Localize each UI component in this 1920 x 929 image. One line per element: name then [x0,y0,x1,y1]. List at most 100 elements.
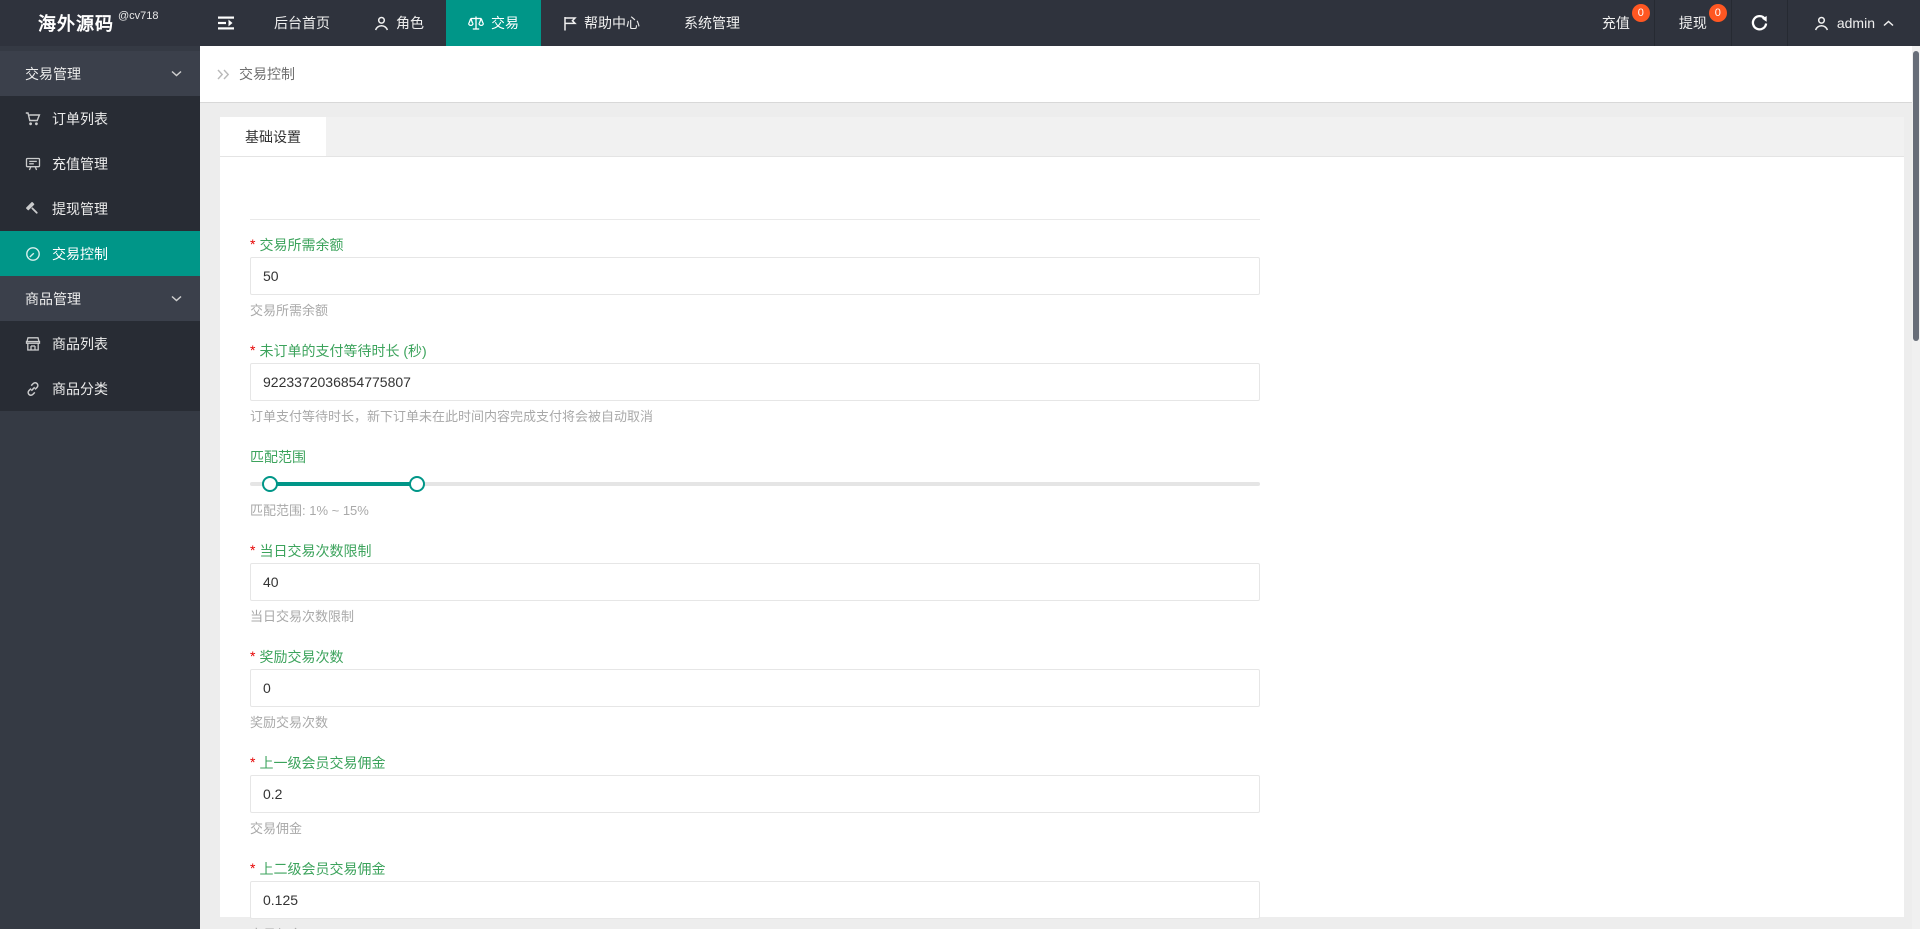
field-help: 匹配范围: 1% ~ 15% [250,503,369,518]
field-label: * 未订单的支付等待时长 (秒) [250,342,427,359]
recharge-label: 充值 [1601,15,1630,31]
payment-wait-time-input[interactable] [250,363,1260,401]
sidebar-group-product-management[interactable]: 商品管理 [0,276,200,321]
reward-trade-count-input[interactable] [250,669,1260,707]
form-panel: *交易所需余额 交易所需余额 *未订单的支付等待时长 (秒) 订单支付等待时长，… [220,157,1904,929]
sidebar-item-label: 商品列表 [52,335,108,352]
field-reward-trade-count: *奖励交易次数 奖励交易次数 [250,647,1260,732]
field-help: 当日交易次数限制 [250,609,355,624]
sidebar-item-label: 提现管理 [52,200,108,217]
flag-icon [563,16,577,31]
gavel-icon [25,201,41,217]
sidebar-group-label: 交易管理 [25,65,81,82]
app-title: 海外源码 [38,14,114,34]
sidebar-item-label: 订单列表 [52,110,108,127]
double-chevron-icon [217,69,230,80]
nav-item-roles[interactable]: 角色 [352,0,446,46]
field-level1-commission: *上一级会员交易佣金 交易佣金 [250,753,1260,838]
match-range-slider [250,473,1260,495]
app-subtitle: @cv718 [118,10,159,22]
required-asterisk: * [250,342,256,358]
main-area: 交易控制 基础设置 *交易所需余额 交易所需余额 *未订单的支付等待时长 (秒)… [200,46,1920,929]
withdraw-badge: 0 [1708,4,1727,22]
chevron-down-icon [171,295,182,302]
sidebar-item-product-category[interactable]: 商品分类 [0,366,200,411]
sidebar-group-trade-management[interactable]: 交易管理 [0,51,200,96]
field-help: 交易佣金 [250,821,303,836]
field-label: * 上二级会员交易佣金 [250,860,386,877]
collapse-menu-button[interactable] [200,0,252,46]
refresh-icon [1751,14,1768,32]
sidebar-group-label: 商品管理 [25,290,81,307]
form-divider [250,219,1260,220]
field-label: 匹配范围 [250,449,306,465]
daily-trade-limit-input[interactable] [250,563,1260,601]
user-menu[interactable]: admin [1786,0,1920,46]
nav-label: 角色 [396,15,424,31]
sidebar-item-label: 充值管理 [52,155,108,172]
nav-item-trade[interactable]: 交易 [446,0,541,46]
field-help: 交易所需余额 [250,303,329,318]
vertical-scrollbar[interactable] [1912,46,1920,929]
settings-card: 基础设置 *交易所需余额 交易所需余额 *未订单的支付等待时长 (秒) 订单支付… [220,117,1904,929]
user-icon [1814,16,1829,31]
nav-item-help-center[interactable]: 帮助中心 [541,0,662,46]
scales-icon [468,15,484,31]
store-icon [25,336,41,352]
field-label: * 奖励交易次数 [250,648,344,665]
sidebar-item-trade-control[interactable]: 交易控制 [0,231,200,276]
required-asterisk: * [250,236,256,252]
field-label: * 交易所需余额 [250,236,344,253]
field-match-range: 匹配范围 匹配范围: 1% ~ 15% [250,447,1260,520]
scrollbar-thumb[interactable] [1913,51,1919,341]
nav-label: 帮助中心 [584,15,640,31]
breadcrumb: 交易控制 [200,46,1920,103]
tab-basic-settings[interactable]: 基础设置 [220,117,326,156]
level2-commission-input[interactable] [250,881,1260,919]
settings-form: *交易所需余额 交易所需余额 *未订单的支付等待时长 (秒) 订单支付等待时长，… [250,158,1904,929]
withdraw-button[interactable]: 提现 0 [1653,0,1731,46]
username: admin [1836,15,1875,31]
field-level2-commission: *上二级会员交易佣金 交易佣金 [250,859,1260,929]
user-icon [374,16,389,31]
refresh-button[interactable] [1730,0,1787,46]
chevron-up-icon [1883,19,1894,27]
slider-handle-max[interactable] [408,476,425,492]
required-asterisk: * [250,754,256,770]
sidebar-item-product-list[interactable]: 商品列表 [0,321,200,366]
nav-label: 交易 [491,15,519,31]
field-help: 奖励交易次数 [250,715,329,730]
sidebar-item-recharge-management[interactable]: 充值管理 [0,141,200,186]
sidebar-item-label: 商品分类 [52,380,108,397]
sidebar-item-label: 交易控制 [52,245,108,262]
level1-commission-input[interactable] [250,775,1260,813]
slider-handle-min[interactable] [262,476,279,492]
sidebar-item-withdraw-management[interactable]: 提现管理 [0,186,200,231]
sidebar: 交易管理 订单列表 充值管理 提现管理 交易控制 商品管理 商品列表 商品分类 [0,46,200,929]
required-asterisk: * [250,542,256,558]
recharge-badge: 0 [1631,4,1650,22]
top-nav: 后台首页 角色 交易 帮助中心 系统管理 [252,0,762,46]
sidebar-item-order-list[interactable]: 订单列表 [0,96,200,141]
nav-item-dashboard[interactable]: 后台首页 [252,0,352,46]
topbar-right: 充值 0 提现 0 admin [1578,0,1920,46]
hamburger-icon [217,16,235,30]
topbar: 海外源码 @cv718 后台首页 角色 交易 帮助中心 系统管理 充值 0 提现… [0,0,1920,46]
field-help: 交易佣金 [250,925,1260,929]
required-asterisk: * [250,648,256,664]
field-daily-trade-limit: *当日交易次数限制 当日交易次数限制 [250,541,1260,626]
field-required-balance: *交易所需余额 交易所需余额 [250,235,1260,320]
required-balance-input[interactable] [250,257,1260,295]
board-icon [25,156,41,172]
nav-item-system[interactable]: 系统管理 [662,0,762,46]
breadcrumb-current: 交易控制 [239,66,295,82]
slider-fill [270,482,417,486]
field-label: * 当日交易次数限制 [250,542,372,559]
field-label: * 上一级会员交易佣金 [250,754,386,771]
recharge-button[interactable]: 充值 0 [1578,0,1654,46]
cart-icon [25,111,41,127]
chevron-down-icon [171,70,182,77]
nav-label: 后台首页 [274,15,330,31]
required-asterisk: * [250,860,256,876]
app-logo: 海外源码 @cv718 [0,0,200,46]
